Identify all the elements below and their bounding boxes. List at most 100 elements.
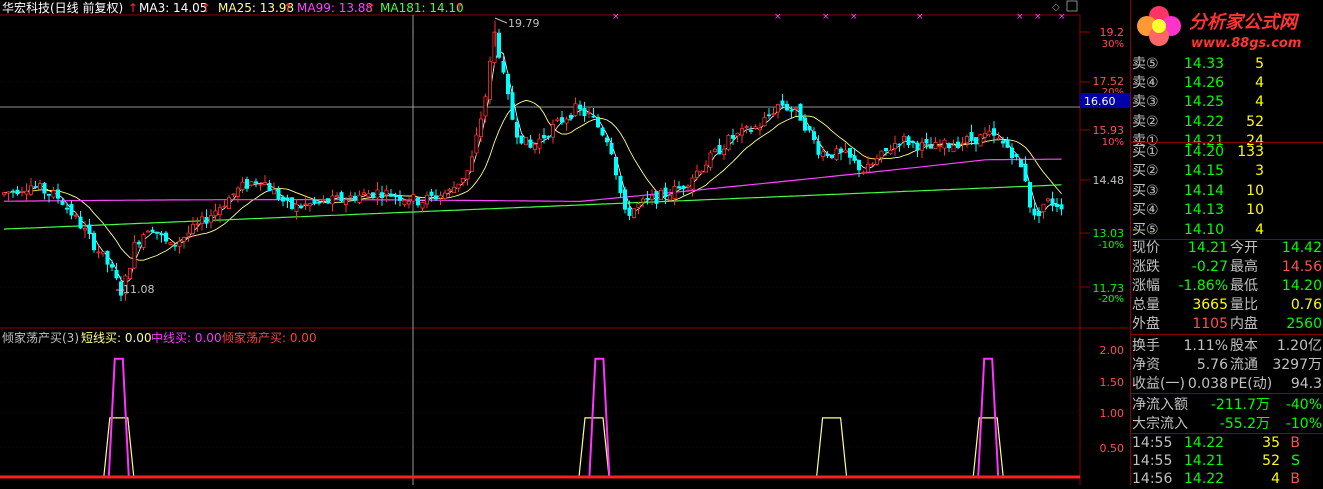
candle[interactable] xyxy=(87,224,92,235)
candle[interactable] xyxy=(402,199,407,205)
candle[interactable] xyxy=(821,151,826,157)
candle[interactable] xyxy=(852,155,857,161)
candle[interactable] xyxy=(2,192,7,196)
candle[interactable] xyxy=(569,114,574,119)
candle[interactable] xyxy=(776,104,781,113)
candle[interactable] xyxy=(731,134,736,139)
candle[interactable] xyxy=(758,127,763,131)
candle[interactable] xyxy=(460,178,465,183)
candle[interactable] xyxy=(515,121,520,138)
candle[interactable] xyxy=(956,141,961,149)
candle[interactable] xyxy=(762,117,767,127)
candle[interactable] xyxy=(424,194,429,205)
candle[interactable] xyxy=(546,135,551,138)
candle[interactable] xyxy=(915,142,920,151)
candle[interactable] xyxy=(708,152,713,168)
candle[interactable] xyxy=(1005,139,1010,148)
candle[interactable] xyxy=(591,115,596,118)
candle[interactable] xyxy=(1010,147,1015,159)
candle[interactable] xyxy=(343,199,348,205)
candle[interactable] xyxy=(969,132,974,141)
site-logo[interactable]: 分析家公式网 www.88gs.com xyxy=(1131,0,1323,58)
candle[interactable] xyxy=(803,117,808,131)
candle[interactable] xyxy=(186,232,191,237)
candle[interactable] xyxy=(614,156,619,176)
candle[interactable] xyxy=(393,194,398,198)
candle[interactable] xyxy=(519,135,524,144)
candle[interactable] xyxy=(668,195,673,201)
candle[interactable] xyxy=(451,186,456,194)
candle[interactable] xyxy=(325,198,330,204)
candle[interactable] xyxy=(132,241,137,269)
candle[interactable] xyxy=(1050,198,1055,206)
candle[interactable] xyxy=(902,135,907,142)
candle[interactable] xyxy=(501,60,506,73)
candle[interactable] xyxy=(388,193,393,197)
candle[interactable] xyxy=(172,244,177,247)
candle[interactable] xyxy=(352,195,357,201)
candle[interactable] xyxy=(753,126,758,129)
candle[interactable] xyxy=(704,164,709,173)
candle[interactable] xyxy=(199,216,204,224)
candle[interactable] xyxy=(357,194,362,203)
candle[interactable] xyxy=(231,193,236,196)
candle[interactable] xyxy=(136,241,141,245)
candle[interactable] xyxy=(978,134,983,147)
candle[interactable] xyxy=(560,117,565,123)
candle[interactable] xyxy=(204,216,209,224)
candle[interactable] xyxy=(645,198,650,200)
candle[interactable] xyxy=(600,127,605,136)
candle[interactable] xyxy=(101,251,106,255)
candle[interactable] xyxy=(442,192,447,199)
candle[interactable] xyxy=(924,139,929,144)
candle[interactable] xyxy=(587,112,592,114)
candle[interactable] xyxy=(722,148,727,155)
candle[interactable] xyxy=(60,200,65,205)
candle[interactable] xyxy=(411,194,416,202)
candle[interactable] xyxy=(983,133,988,138)
candle[interactable] xyxy=(6,191,11,194)
candle[interactable] xyxy=(609,142,614,155)
candle[interactable] xyxy=(987,130,992,136)
candle[interactable] xyxy=(226,197,231,209)
candle[interactable] xyxy=(911,141,916,143)
candle[interactable] xyxy=(938,145,943,147)
candle[interactable] xyxy=(33,186,38,188)
candle[interactable] xyxy=(681,185,686,189)
candle[interactable] xyxy=(735,132,740,137)
candle[interactable] xyxy=(875,158,880,165)
candle[interactable] xyxy=(24,190,29,195)
candle[interactable] xyxy=(767,114,772,117)
candle[interactable] xyxy=(114,269,119,279)
candle[interactable] xyxy=(361,192,366,195)
candle[interactable] xyxy=(960,142,965,145)
candle[interactable] xyxy=(110,264,115,268)
candle[interactable] xyxy=(1041,203,1046,213)
candle[interactable] xyxy=(830,154,835,159)
candle[interactable] xyxy=(159,233,164,236)
candle[interactable] xyxy=(334,195,339,198)
candle[interactable] xyxy=(465,170,470,180)
candle[interactable] xyxy=(330,195,335,205)
candle[interactable] xyxy=(1023,163,1028,182)
candle[interactable] xyxy=(798,103,803,121)
candle[interactable] xyxy=(307,203,312,207)
candle[interactable] xyxy=(825,153,830,157)
chart-area[interactable]: × × × × × × × × ◇ 华宏科技(日线 前复权) ↑ MA3: 14.05 ↑ MA… xyxy=(0,0,1130,485)
candle[interactable] xyxy=(1059,204,1064,210)
candle[interactable] xyxy=(415,197,420,206)
candle[interactable] xyxy=(168,242,173,246)
candle[interactable] xyxy=(303,203,308,206)
candle[interactable] xyxy=(906,136,911,146)
candle[interactable] xyxy=(596,116,601,128)
candle[interactable] xyxy=(713,148,718,152)
candle[interactable] xyxy=(1055,203,1060,208)
candle[interactable] xyxy=(366,193,371,198)
candle[interactable] xyxy=(1028,182,1033,208)
candle[interactable] xyxy=(38,183,43,190)
candle[interactable] xyxy=(789,109,794,112)
candle[interactable] xyxy=(294,203,299,212)
candle[interactable] xyxy=(141,234,146,248)
candle[interactable] xyxy=(267,182,272,192)
candle[interactable] xyxy=(316,201,321,204)
